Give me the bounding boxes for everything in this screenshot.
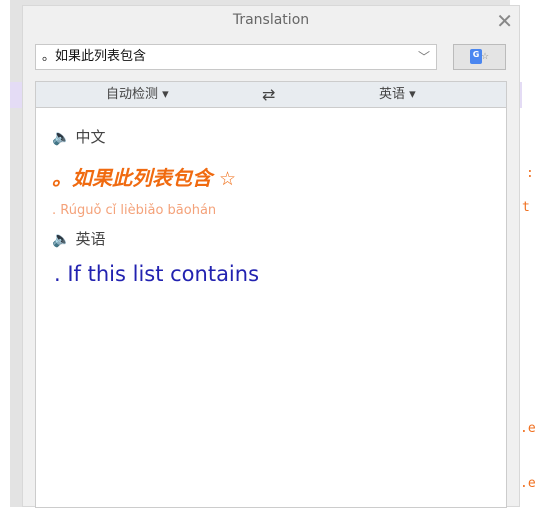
star-icon: ☆ — [481, 52, 490, 62]
source-language-dropdown[interactable]: 自动检测 ▾ — [106, 82, 169, 107]
background-text: .e — [520, 476, 536, 491]
target-language-label: 🔈 英语 — [52, 228, 105, 249]
speaker-icon[interactable]: 🔈 — [52, 128, 71, 146]
chevron-down-icon[interactable]: ﹀ — [418, 45, 430, 69]
pinyin-text: . Rúguǒ cǐ lièbiǎo bāohán — [52, 203, 217, 218]
target-lang-text: 英语 — [75, 230, 106, 248]
language-bar: 自动检测 ▾ ⇄ 英语 ▾ — [35, 81, 507, 108]
translate-button[interactable]: G ☆ — [453, 44, 506, 70]
swap-languages-icon[interactable]: ⇄ — [262, 82, 275, 107]
target-language-dropdown[interactable]: 英语 ▾ — [379, 82, 416, 107]
translation-text: . If this list contains — [54, 262, 260, 286]
speaker-icon[interactable]: 🔈 — [52, 230, 71, 248]
source-language-label: 🔈 中文 — [52, 126, 105, 147]
close-icon[interactable]: ✕ — [496, 9, 513, 33]
source-lang-text: 中文 — [75, 128, 106, 146]
translation-window: Translation ✕ 。如果此列表包含 ﹀ G ☆ 自动检测 ▾ ⇄ 英语… — [22, 5, 520, 508]
background-text: .e — [520, 421, 536, 436]
source-text: 。如果此列表包含 ☆ — [52, 162, 236, 191]
result-panel: 🔈 中文 。如果此列表包含 ☆ . Rúguǒ cǐ lièbiǎo bāohá… — [35, 108, 507, 508]
background-text: t — [522, 200, 530, 215]
favorite-star-icon[interactable]: ☆ — [219, 168, 236, 190]
background-text: : — [526, 166, 534, 181]
input-value: 。如果此列表包含 — [42, 49, 147, 64]
source-text-input[interactable]: 。如果此列表包含 ﹀ — [35, 44, 437, 70]
window-title: Translation — [232, 12, 310, 28]
source-text-value: 。如果此列表包含 — [52, 166, 212, 190]
